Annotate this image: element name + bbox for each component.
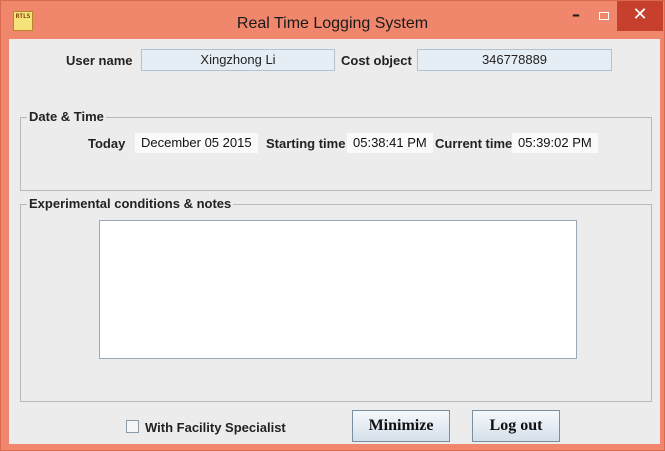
main-panel: User name Xingzhong Li Cost object 34677… (9, 39, 660, 444)
minimize-icon: – (572, 5, 580, 24)
notes-group-title: Experimental conditions & notes (27, 196, 234, 211)
logout-button[interactable]: Log out (472, 410, 560, 442)
starting-time-value: 05:38:41 PM (347, 133, 433, 153)
window-maximize-button[interactable] (591, 1, 617, 31)
minimize-button[interactable]: Minimize (352, 410, 450, 442)
date-time-group: Date & Time Today December 05 2015 Start… (20, 109, 652, 191)
facility-specialist-checkbox[interactable] (126, 420, 139, 433)
notes-textarea[interactable] (99, 220, 577, 359)
maximize-icon (599, 12, 609, 20)
window-close-button[interactable]: ✕ (617, 1, 663, 31)
user-name-field: Xingzhong Li (141, 49, 335, 71)
app-window: RTLS Real Time Logging System – ✕ User n… (0, 0, 665, 451)
window-minimize-button[interactable]: – (561, 1, 591, 31)
today-value: December 05 2015 (135, 133, 258, 153)
cost-object-label: Cost object (341, 53, 412, 68)
cost-object-field: 346778889 (417, 49, 612, 71)
user-name-label: User name (66, 53, 133, 68)
today-label: Today (88, 136, 126, 151)
facility-specialist-label[interactable]: With Facility Specialist (145, 420, 286, 435)
starting-time-label: Starting time (266, 136, 346, 151)
current-time-label: Current time (435, 136, 513, 151)
date-time-group-title: Date & Time (27, 109, 106, 124)
title-bar[interactable]: RTLS Real Time Logging System – ✕ (1, 1, 664, 39)
close-icon: ✕ (632, 4, 648, 25)
current-time-value: 05:39:02 PM (512, 133, 598, 153)
